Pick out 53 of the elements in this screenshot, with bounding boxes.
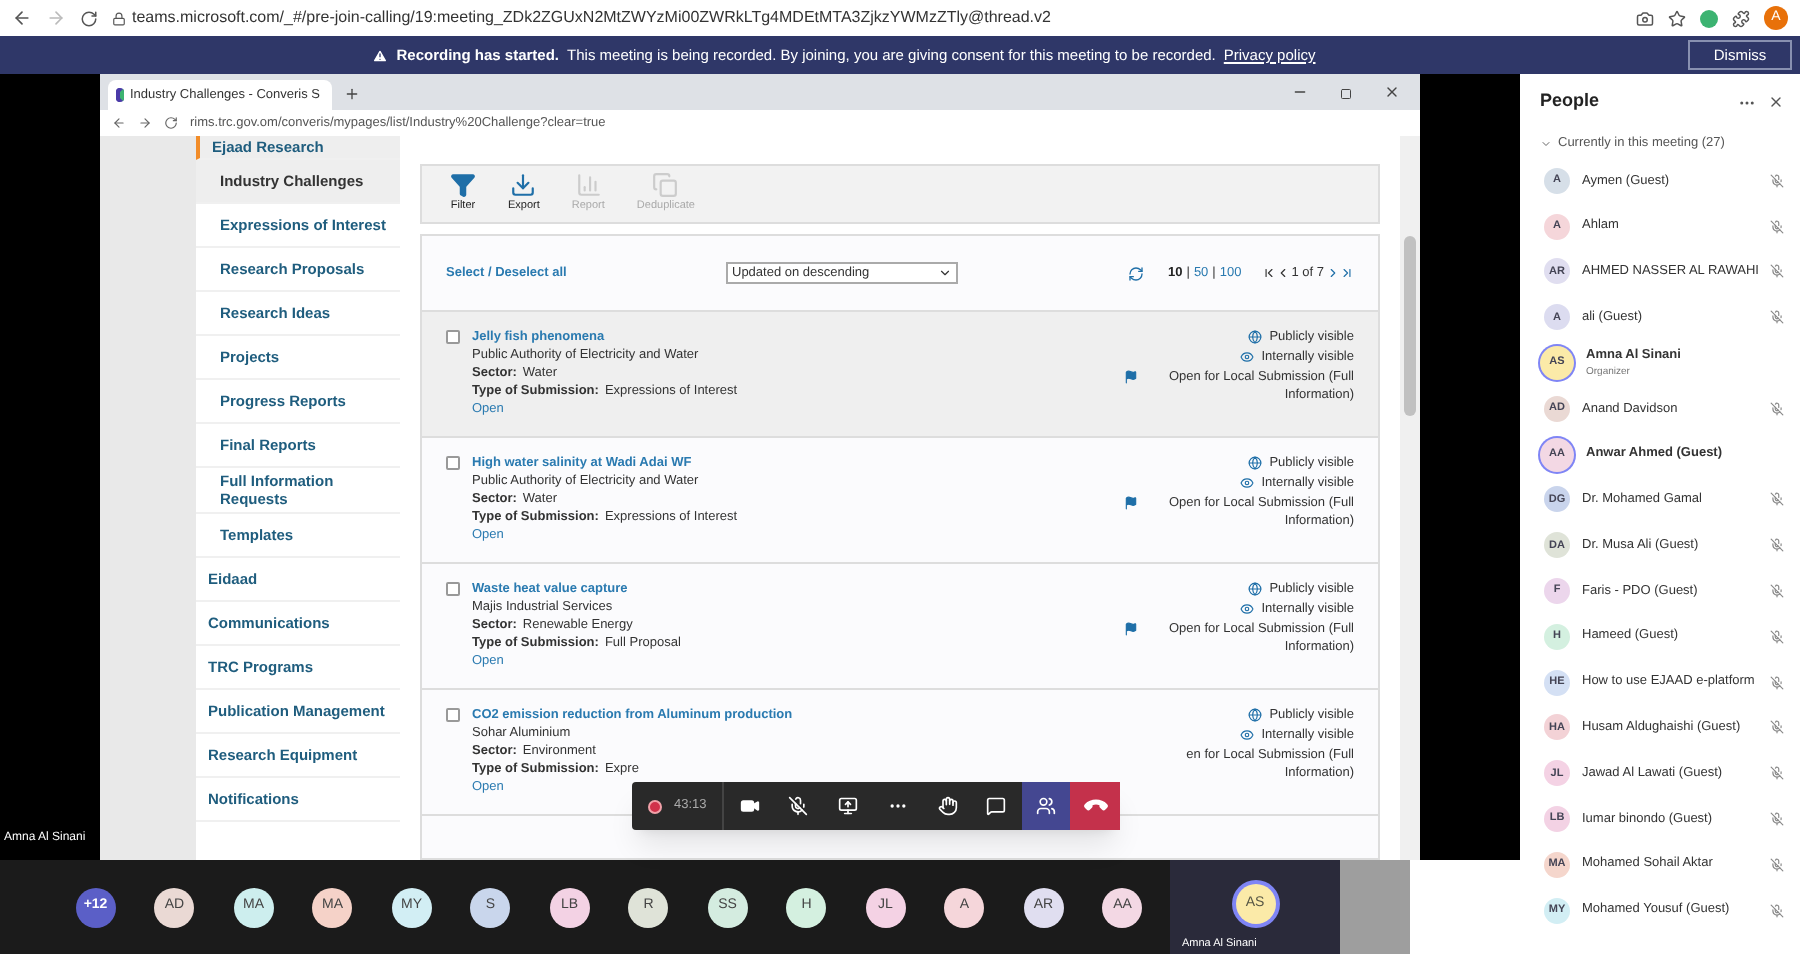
star-icon[interactable] bbox=[1668, 9, 1686, 27]
share-screen-icon bbox=[838, 796, 859, 816]
eye-icon bbox=[1239, 350, 1254, 364]
hang-up-button[interactable] bbox=[1070, 782, 1121, 830]
eye-icon bbox=[1239, 728, 1254, 742]
call-control-button[interactable] bbox=[1021, 782, 1071, 830]
flag-icon bbox=[1124, 622, 1138, 636]
eye-icon bbox=[1239, 476, 1254, 490]
extension-icon[interactable] bbox=[1700, 9, 1718, 27]
next-page-icon[interactable] bbox=[1326, 266, 1340, 280]
hand-icon bbox=[937, 796, 958, 816]
checkbox[interactable] bbox=[446, 330, 460, 344]
caret-icon bbox=[938, 266, 952, 280]
globe-icon bbox=[1247, 456, 1262, 470]
new-tab-icon[interactable] bbox=[344, 86, 360, 102]
globe-icon bbox=[1247, 330, 1262, 344]
reload-icon[interactable] bbox=[164, 116, 178, 130]
checkbox[interactable] bbox=[446, 456, 460, 470]
flag-icon bbox=[1124, 496, 1138, 510]
camera-icon bbox=[739, 796, 760, 816]
video-tile bbox=[1340, 860, 1410, 954]
camera-icon[interactable] bbox=[1636, 9, 1654, 27]
filter-icon bbox=[450, 172, 476, 199]
globe-icon bbox=[1247, 582, 1262, 596]
panel-title: People bbox=[1540, 88, 1602, 115]
flag-icon bbox=[1124, 370, 1138, 384]
deduplicate-icon bbox=[652, 172, 679, 199]
reload-icon[interactable] bbox=[80, 9, 98, 27]
checkbox[interactable] bbox=[446, 582, 460, 596]
url-text[interactable]: teams.microsoft.com/_#/pre-join-calling/19:meeting_ZDk2ZGUxN2MtZWYzMi00ZWRkLTg4MDEtMTA3ZjkzYWMzZTly@thread.v2 bbox=[132, 6, 1622, 30]
chat-icon bbox=[986, 796, 1007, 816]
close-icon[interactable] bbox=[1384, 84, 1400, 100]
warning-icon bbox=[372, 47, 389, 63]
people-icon bbox=[1035, 796, 1056, 816]
first-page-icon[interactable] bbox=[1261, 266, 1276, 280]
last-page-icon[interactable] bbox=[1340, 266, 1354, 280]
site-logo-icon bbox=[116, 88, 124, 102]
forward-icon[interactable] bbox=[138, 116, 152, 130]
back-icon[interactable] bbox=[12, 8, 32, 28]
globe-icon bbox=[1247, 708, 1262, 722]
export-icon bbox=[510, 172, 537, 199]
report-icon bbox=[575, 172, 602, 199]
close-icon[interactable] bbox=[1768, 94, 1784, 110]
previous-page-icon[interactable] bbox=[1275, 266, 1290, 280]
scrollbar[interactable] bbox=[1400, 136, 1420, 860]
eye-icon bbox=[1239, 602, 1254, 616]
checkbox[interactable] bbox=[446, 708, 460, 722]
refresh-icon[interactable] bbox=[1128, 265, 1144, 281]
lock-icon bbox=[112, 11, 126, 25]
mic-off-icon bbox=[788, 796, 809, 816]
back-icon[interactable] bbox=[112, 116, 126, 130]
restore-icon[interactable] bbox=[1340, 88, 1352, 100]
puzzle-icon[interactable] bbox=[1732, 9, 1750, 27]
